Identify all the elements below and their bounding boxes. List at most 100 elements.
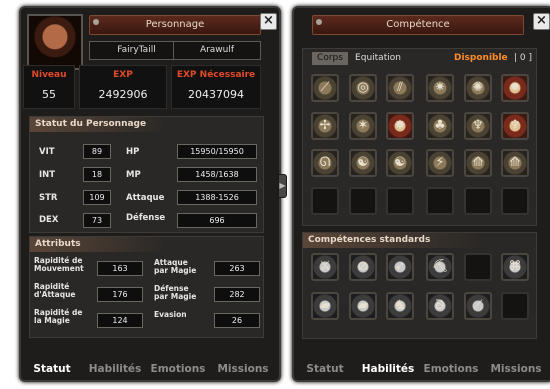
close-button[interactable]: × (533, 13, 550, 30)
character-name: FairyTaill (89, 41, 184, 60)
hp-label: HP (126, 147, 140, 157)
character-portrait (27, 14, 83, 70)
skill-slot[interactable]: ▰ (311, 292, 339, 320)
title-dot-icon (316, 19, 322, 25)
blue-scroll-skill-icon: ▰ (358, 298, 368, 313)
tab-habilites[interactable]: Habilités (83, 358, 147, 380)
skill-slot[interactable]: ◎ (349, 74, 377, 102)
exp-next-label: EXP Nécessaire (176, 70, 256, 80)
skill-slot[interactable]: ♞ (386, 292, 414, 320)
empty-skill-slot[interactable] (349, 187, 377, 215)
skill-slot[interactable]: ✷ (426, 74, 454, 102)
vit-value: 89 (83, 144, 111, 159)
close-icon: × (536, 13, 547, 28)
subtab-equitation[interactable]: Equitation (349, 52, 407, 65)
rapidite-magie-value: 124 (97, 313, 143, 328)
skill-slot[interactable]: ⚔ (311, 253, 339, 281)
skill-slot[interactable]: ♆ (501, 112, 529, 140)
skill-slot[interactable]: ✹ (501, 74, 529, 102)
subtab-corps[interactable]: Corps (312, 52, 348, 65)
str-label: STR (39, 193, 58, 203)
skill-slot[interactable]: ⚡ (426, 149, 454, 177)
skill-slot[interactable]: ☯ (349, 149, 377, 177)
rapidite-mouvement-label: Rapidité de Mouvement (34, 256, 84, 273)
competence-tab-bar: Statut Habilités Emotions Missions (294, 358, 550, 380)
tab-habilites[interactable]: Habilités (356, 358, 420, 380)
skill-slot[interactable]: ✺ (464, 74, 492, 102)
burst-skill-icon: ✺ (472, 80, 484, 95)
skill-slot[interactable]: ➶ (386, 253, 414, 281)
skill-slot[interactable]: ⌘ (501, 253, 529, 281)
skill-slot[interactable]: ⟰ (464, 149, 492, 177)
exp-next-value: 20437094 (188, 88, 244, 101)
title-bar[interactable]: Compétence (312, 15, 524, 35)
mp-value: 1458/1638 (177, 167, 257, 182)
skill-slot[interactable]: ☯ (386, 149, 414, 177)
empty-skill-slot[interactable] (464, 187, 492, 215)
spikes-skill-icon: ⟰ (509, 155, 521, 170)
skill-slot[interactable]: ✶ (349, 112, 377, 140)
horse-skill-icon: ♞ (394, 298, 406, 313)
attaque-magie-value: 263 (214, 261, 260, 276)
empty-skill-slot[interactable] (501, 292, 529, 320)
attaque-magie-label: Attaque par Magie (154, 258, 197, 275)
gold-scroll-skill-icon: ▰ (320, 298, 330, 313)
skill-slot[interactable]: ✢ (311, 112, 339, 140)
skill-slot[interactable]: ⟰ (501, 149, 529, 177)
skill-slot[interactable]: ᘐ (426, 292, 454, 320)
empty-skill-slot[interactable] (426, 187, 454, 215)
statut-title: Statut du Personnage (30, 117, 165, 132)
skill-slot[interactable]: ♣ (426, 112, 454, 140)
empty-skill-slot[interactable] (464, 253, 492, 281)
tab-missions[interactable]: Missions (211, 358, 275, 380)
personnage-tab-bar: Statut Habilités Emotions Missions (21, 358, 279, 380)
pickaxe-skill-icon: ⛏ (431, 259, 449, 274)
title-dot-icon (93, 19, 99, 25)
rapidite-mouvement-value: 163 (97, 261, 143, 276)
tab-statut[interactable]: Statut (298, 358, 352, 380)
swirl-skill-icon: ᘏ (319, 155, 331, 170)
skill-slot[interactable]: ᘏ (311, 149, 339, 177)
evasion-value: 26 (214, 313, 260, 328)
rapidite-attaque-label: Rapidité d'Attaque (34, 282, 76, 299)
stripes-skill-icon: ⫽ (397, 80, 403, 95)
knot-skill-icon: ⌘ (508, 259, 522, 274)
tab-emotions[interactable]: Emotions (420, 358, 482, 380)
empty-skill-slot[interactable] (311, 187, 339, 215)
skill-slot[interactable]: ⫽ (386, 74, 414, 102)
defense-magie-label: Défense par Magie (154, 284, 197, 301)
skill-slot[interactable]: ♆ (464, 112, 492, 140)
guild-name: Arawulf (173, 41, 261, 60)
competence-window: Compétence × Corps Equitation Disponible… (292, 6, 550, 382)
tab-missions[interactable]: Missions (484, 358, 548, 380)
disponible-value-box: | 0 ] (514, 53, 533, 63)
tab-statut[interactable]: Statut (25, 358, 79, 380)
tab-emotions[interactable]: Emotions (147, 358, 209, 380)
attributs-title: Attributs (30, 237, 165, 252)
title-bar[interactable]: Personnage (89, 15, 261, 35)
defense-label: Défense (126, 213, 166, 223)
cross-swords-skill-icon: ⚔ (319, 259, 331, 274)
vit-label: VIT (39, 147, 55, 157)
skill-slot[interactable]: ✸ (386, 112, 414, 140)
skill-slot[interactable]: ⟋ (311, 74, 339, 102)
close-button[interactable]: × (260, 13, 277, 30)
standards-title: Compétences standards (303, 233, 478, 248)
skill-slot[interactable]: ⟋ (464, 292, 492, 320)
skill-slot[interactable]: ⛏ (426, 253, 454, 281)
empty-skill-slot[interactable] (386, 187, 414, 215)
no-sword-skill-icon: ⊘ (357, 259, 369, 274)
hp-value: 15950/15950 (177, 144, 257, 159)
rapidite-magie-label: Rapidité de la Magie (34, 308, 83, 325)
panel-expand-arrow-icon[interactable]: ▶ (278, 174, 287, 198)
niveau-label: Niveau (31, 70, 67, 80)
empty-skill-slot[interactable] (501, 187, 529, 215)
red-burst-skill-icon: ✸ (394, 118, 406, 133)
shield-skill-icon: ◎ (357, 80, 369, 95)
window-title: Compétence (386, 19, 450, 30)
skill-slot[interactable]: ⊘ (349, 253, 377, 281)
skill-slot[interactable]: ▰ (349, 292, 377, 320)
spark-skill-icon: ✶ (357, 118, 369, 133)
claw-skill-icon: ♆ (472, 118, 484, 133)
rapidite-attaque-value: 176 (97, 287, 143, 302)
